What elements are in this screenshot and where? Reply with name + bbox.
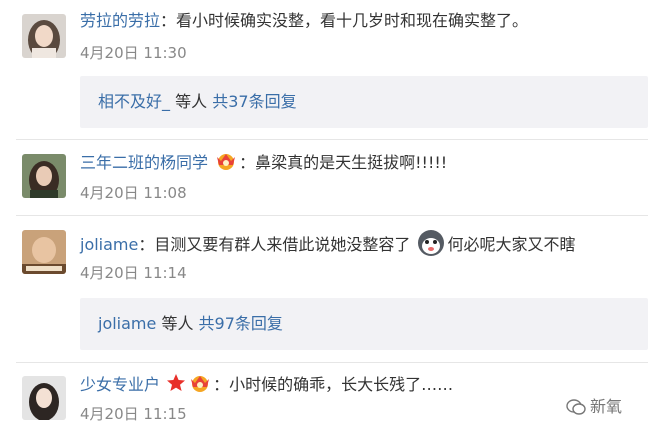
wechat-icon — [566, 399, 586, 415]
reply-count-link[interactable]: 共97条回复 — [199, 314, 283, 333]
reply-summary[interactable]: joliame 等人 共97条回复 — [80, 298, 648, 350]
star-badge-icon — [166, 373, 186, 398]
reply-mid-text: 等人 — [156, 314, 199, 333]
comment-text: 鼻梁真的是天生挺拔啊!!!!! — [255, 153, 448, 172]
separator: ： — [213, 375, 230, 394]
reply-summary[interactable]: 相不及好_ 等人 共37条回复 — [80, 76, 648, 128]
reply-count-link[interactable]: 共37条回复 — [212, 92, 296, 111]
divider — [16, 139, 648, 140]
separator: ： — [239, 153, 256, 172]
comment-time: 4月20日 11:30 — [80, 44, 187, 62]
comment-username[interactable]: joliame — [80, 235, 138, 254]
separator: ： — [160, 11, 177, 30]
comment-time: 4月20日 11:15 — [80, 405, 187, 423]
divider — [16, 215, 648, 216]
divider — [16, 362, 648, 363]
comment-text: 看小时候确实没整，看十几岁时和现在确实整了。 — [176, 11, 529, 30]
comment-username[interactable]: 三年二班的杨同学 — [80, 153, 208, 172]
comment-text-continued: 何必呢大家又不瞎 — [447, 235, 576, 254]
reply-username[interactable]: joliame — [98, 314, 156, 333]
vip-crown-icon — [188, 373, 212, 398]
comment-time: 4月20日 11:14 — [80, 264, 187, 282]
vip-crown-icon — [214, 151, 238, 176]
comment-username[interactable]: 少女专业户 — [80, 375, 160, 394]
reply-mid-text: 等人 — [170, 92, 213, 111]
reply-username[interactable]: 相不及好_ — [98, 92, 170, 111]
husky-emoji-icon — [417, 229, 445, 262]
avatar[interactable] — [22, 154, 66, 198]
avatar[interactable] — [22, 230, 66, 274]
comment-username[interactable]: 劳拉的劳拉 — [80, 11, 160, 30]
comment-text: 小时候的确乖，长大长残了…… — [229, 375, 454, 394]
avatar[interactable] — [22, 14, 66, 58]
wechat-watermark: 新氧 — [566, 393, 622, 417]
comment-time: 4月20日 11:08 — [80, 184, 187, 202]
separator: ： — [138, 235, 155, 254]
watermark-text: 新氧 — [590, 397, 623, 416]
avatar[interactable] — [22, 376, 66, 420]
comment-text: 目测又要有群人来借此说她没整容了 — [154, 235, 411, 254]
